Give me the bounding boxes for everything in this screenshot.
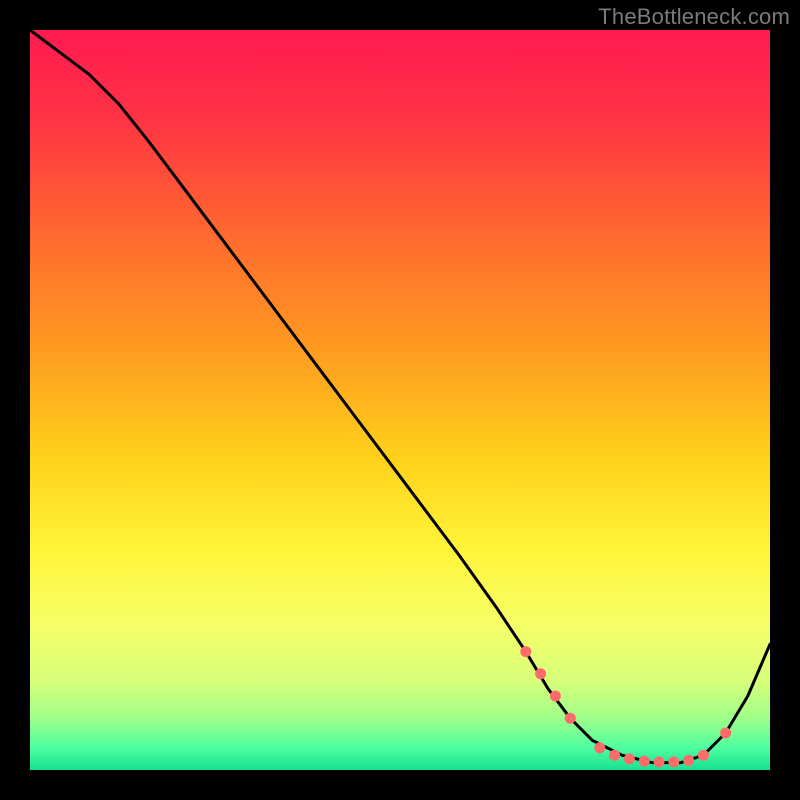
gradient-panel xyxy=(30,30,770,770)
highlight-dot xyxy=(520,646,531,657)
highlight-dot xyxy=(639,756,650,767)
highlight-dot xyxy=(565,713,576,724)
highlight-dot xyxy=(594,742,605,753)
bottleneck-chart xyxy=(0,0,800,800)
highlight-dot xyxy=(550,691,561,702)
chart-stage: TheBottleneck.com xyxy=(0,0,800,800)
highlight-dot xyxy=(609,750,620,761)
highlight-dot xyxy=(654,756,665,767)
highlight-dot xyxy=(535,668,546,679)
watermark-text: TheBottleneck.com xyxy=(598,4,790,30)
highlight-dot xyxy=(683,755,694,766)
highlight-dot xyxy=(624,753,635,764)
highlight-dot xyxy=(720,728,731,739)
highlight-dot xyxy=(698,750,709,761)
highlight-dot xyxy=(668,756,679,767)
